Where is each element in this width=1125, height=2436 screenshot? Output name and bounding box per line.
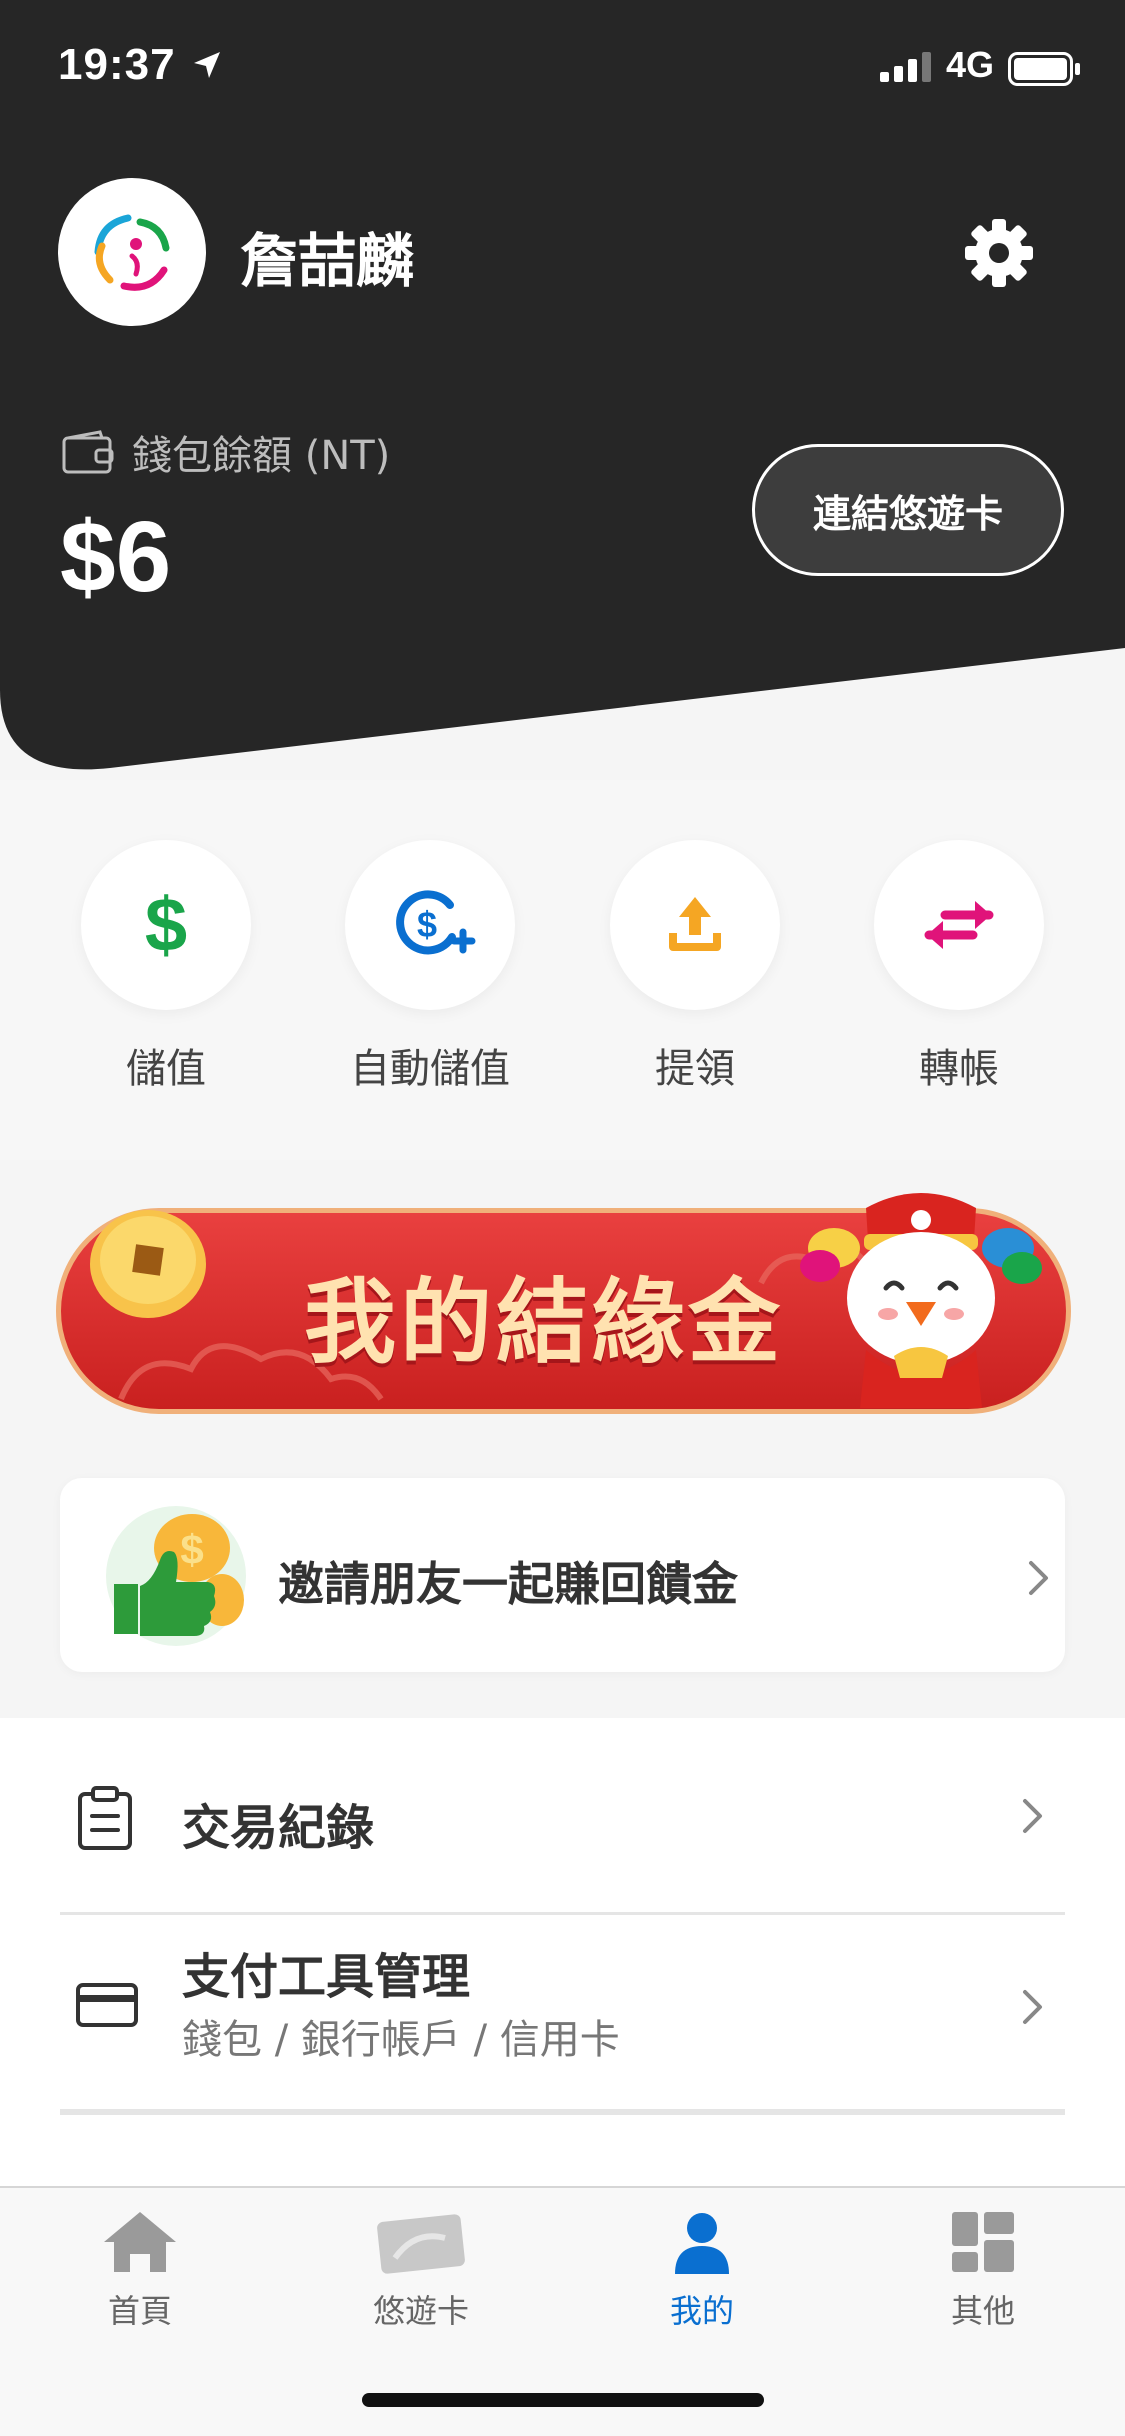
thumbs-up-coins-icon: $	[106, 1506, 246, 1646]
chevron-right-icon	[1029, 1561, 1048, 1595]
cellular-signal-icon	[880, 52, 931, 82]
tab-easycard[interactable]: 悠遊卡	[321, 2210, 521, 2332]
user-name: 詹喆麟	[240, 227, 415, 295]
menu-item-title: 交易紀錄	[182, 1800, 375, 1856]
divider	[60, 2109, 1065, 2115]
wallet-balance-label: 錢包餘額 (NT)	[62, 424, 390, 480]
menu-item-subtitle: 錢包 / 銀行帳戶 / 信用卡	[182, 2017, 620, 2063]
chevron-right-icon	[1023, 1799, 1042, 1833]
withdraw-button[interactable]	[610, 840, 780, 1010]
account-header: 19:37 4G 詹喆麟 錢包餘額 (NT) $6 連結悠遊卡	[0, 0, 1125, 790]
wallet-balance: $6	[60, 501, 172, 613]
wallet-icon	[62, 430, 114, 474]
action-label: 提領	[655, 1046, 735, 1092]
invite-friends-card[interactable]: $ 邀請朋友一起賺回饋金	[60, 1478, 1065, 1672]
grid-icon	[952, 2212, 1014, 2272]
quick-actions: $ 儲值 $ 自動儲值 提領 轉帳	[0, 780, 1125, 1160]
settings-gear-icon[interactable]	[962, 216, 1036, 290]
lucky-money-banner[interactable]: 我的結緣金	[56, 1193, 1071, 1414]
tab-label: 我的	[669, 2292, 734, 2330]
location-arrow-icon	[194, 52, 220, 78]
wallet-label-text: 錢包餘額 (NT)	[132, 433, 391, 479]
menu-list: 交易紀錄 支付工具管理 錢包 / 銀行帳戶 / 信用卡	[0, 1718, 1125, 2188]
tab-label: 悠遊卡	[372, 2292, 469, 2330]
easycard-logo-icon	[94, 214, 170, 291]
home-icon	[104, 2212, 176, 2272]
chevron-right-icon	[1023, 1990, 1042, 2024]
tab-home[interactable]: 首頁	[40, 2210, 240, 2332]
invite-text: 邀請朋友一起賺回饋金	[278, 1557, 738, 1611]
clipboard-icon	[78, 1786, 132, 1850]
action-withdraw[interactable]: 提領	[565, 840, 825, 1094]
status-time: 19:37	[58, 40, 176, 89]
action-label: 轉帳	[919, 1046, 999, 1092]
menu-item-payment-tools[interactable]: 支付工具管理 錢包 / 銀行帳戶 / 信用卡	[60, 1915, 1065, 2109]
transfer-button[interactable]	[874, 840, 1044, 1010]
my-account-screen: 19:37 4G 詹喆麟 錢包餘額 (NT) $6 連結悠遊卡 $ 儲值 $ 自…	[0, 0, 1125, 2436]
svg-text:$: $	[145, 883, 187, 968]
auto-topup-button[interactable]: $	[345, 840, 515, 1010]
tab-label: 首頁	[107, 2292, 172, 2330]
action-auto-topup[interactable]: $ 自動儲值	[300, 840, 560, 1094]
dollar-icon: $	[145, 883, 187, 968]
banner-title: 我的結緣金	[304, 1269, 785, 1376]
action-transfer[interactable]: 轉帳	[829, 840, 1089, 1094]
action-topup[interactable]: $ 儲值	[36, 840, 296, 1094]
transfer-icon	[924, 901, 994, 949]
menu-item-transactions[interactable]: 交易紀錄	[60, 1718, 1065, 1912]
god-of-wealth-mascot-icon	[800, 1193, 1042, 1408]
link-easycard-button[interactable]: 連結悠遊卡	[752, 444, 1064, 576]
svg-text:$: $	[417, 904, 437, 945]
action-label: 儲值	[126, 1046, 206, 1092]
action-label: 自動儲值	[350, 1046, 510, 1092]
menu-item-title: 支付工具管理	[182, 1949, 471, 2005]
withdraw-icon	[669, 897, 721, 951]
credit-card-icon	[76, 1983, 138, 2027]
tab-more[interactable]: 其他	[883, 2210, 1083, 2332]
avatar[interactable]	[58, 178, 206, 326]
person-icon	[675, 2213, 729, 2274]
network-type: 4G	[946, 44, 995, 85]
status-bar: 19:37 4G	[0, 0, 1125, 140]
svg-text:$: $	[180, 1526, 203, 1573]
card-icon	[377, 2214, 465, 2274]
home-indicator[interactable]	[362, 2393, 764, 2407]
gold-coin-icon	[90, 1210, 206, 1318]
tab-my-account[interactable]: 我的	[602, 2210, 802, 2332]
tab-label: 其他	[950, 2292, 1015, 2330]
topup-button[interactable]: $	[81, 840, 251, 1010]
auto-topup-icon: $	[396, 890, 476, 955]
battery-icon	[1008, 52, 1080, 86]
